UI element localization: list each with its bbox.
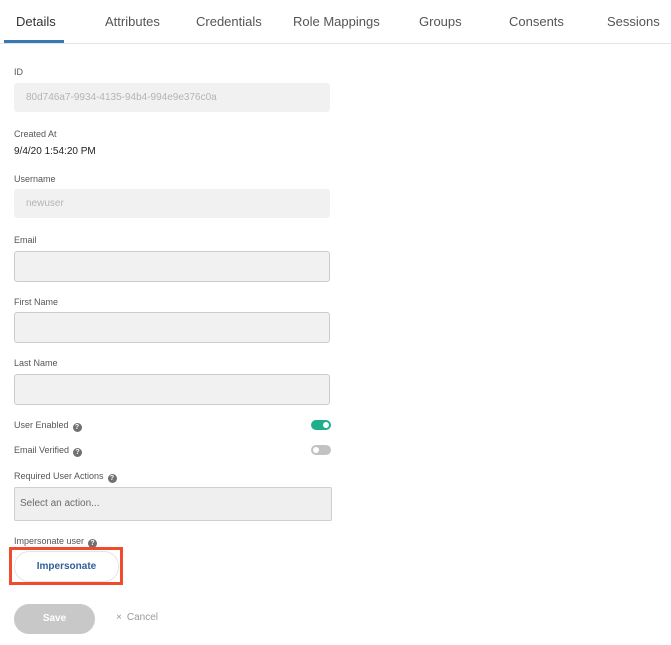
toggle-knob: [323, 422, 329, 428]
username-field[interactable]: [14, 189, 330, 218]
tab-role-mappings[interactable]: Role Mappings: [293, 0, 380, 43]
first-name-label: First Name: [14, 297, 59, 307]
last-name-field[interactable]: [14, 374, 330, 405]
cancel-button[interactable]: × Cancel: [116, 612, 158, 623]
email-verified-label: Email Verified: [14, 445, 70, 455]
help-icon[interactable]: ?: [107, 474, 117, 483]
last-name-label: Last Name: [14, 358, 58, 368]
user-enabled-toggle[interactable]: [311, 420, 331, 430]
first-name-field[interactable]: [14, 312, 330, 343]
tab-sessions[interactable]: Sessions: [607, 0, 660, 43]
id-field[interactable]: [14, 83, 330, 112]
impersonate-label: Impersonate user: [14, 536, 85, 546]
email-field[interactable]: [14, 251, 330, 282]
save-button[interactable]: Save: [14, 604, 95, 634]
email-verified-row: Email Verified?: [14, 445, 83, 457]
tab-attributes[interactable]: Attributes: [105, 0, 160, 43]
user-enabled-row: User Enabled?: [14, 420, 82, 432]
highlight-box: [9, 547, 123, 585]
email-label: Email: [14, 235, 37, 245]
created-at-value: 9/4/20 1:54:20 PM: [14, 146, 96, 157]
required-actions-row: Required User Actions?: [14, 471, 117, 483]
tab-consents[interactable]: Consents: [509, 0, 564, 43]
active-tab-indicator: [4, 40, 64, 43]
tab-details[interactable]: Details: [16, 0, 56, 43]
required-actions-label: Required User Actions: [14, 471, 104, 481]
email-verified-toggle[interactable]: [311, 445, 331, 455]
id-label: ID: [14, 67, 23, 77]
username-label: Username: [14, 174, 56, 184]
tab-bar: Details Attributes Credentials Role Mapp…: [0, 0, 671, 44]
required-actions-select[interactable]: Select an action...: [14, 487, 332, 521]
close-icon: ×: [116, 612, 122, 623]
help-icon[interactable]: ?: [72, 423, 82, 432]
tab-credentials[interactable]: Credentials: [196, 0, 262, 43]
cancel-label: Cancel: [126, 612, 158, 623]
help-icon[interactable]: ?: [73, 448, 83, 457]
tab-groups[interactable]: Groups: [419, 0, 462, 43]
toggle-knob: [313, 447, 319, 453]
user-enabled-label: User Enabled: [14, 420, 69, 430]
created-at-label: Created At: [14, 129, 57, 139]
